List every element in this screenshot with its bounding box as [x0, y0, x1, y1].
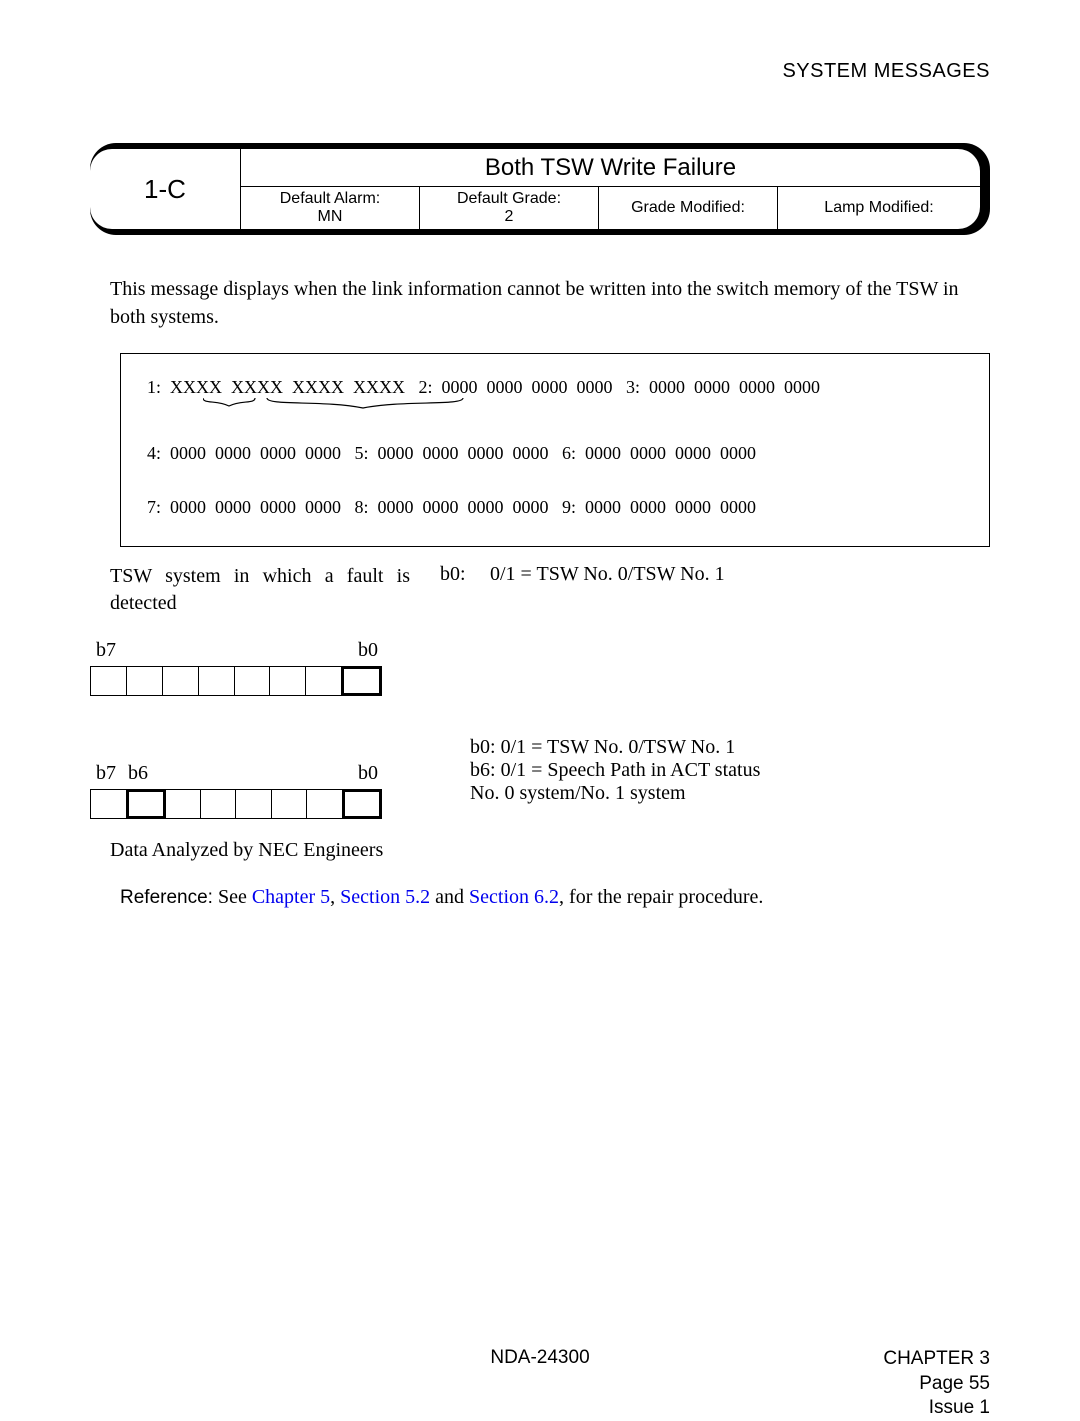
bitbox2-label-b7: b7 [90, 762, 116, 785]
dump-row-2: 4: 0000 0000 0000 0000 5: 0000 0000 0000… [147, 444, 969, 462]
section2-b6-value-line2: No. 0 system/No. 1 system [470, 782, 686, 804]
footer-doc-id: NDA-24300 [90, 1347, 990, 1369]
hex-dump-box: 1: XXXX XXXX XXXX XXXX 2: 0000 0000 0000… [120, 353, 990, 547]
meta-grade-modified: Grade Modified: [599, 187, 778, 229]
reference-line: Reference: See Chapter 5, Section 5.2 an… [90, 886, 990, 909]
reference-label: Reference: [120, 887, 213, 908]
footer-page: Page 55 [883, 1372, 990, 1397]
brace-annotations [203, 398, 969, 414]
footer-issue: Issue 1 [883, 1396, 990, 1421]
bitbox2-label-b6: b6 [116, 762, 148, 785]
bitbox2 [90, 789, 382, 819]
bitbox2-label-b0: b0 [358, 762, 382, 785]
bitbox1-label-b0: b0 [358, 639, 382, 662]
section2-b0-key: b0: [470, 736, 496, 758]
meta-default-alarm: Default Alarm: MN [241, 187, 420, 229]
section1-b0-key: b0: [440, 563, 490, 586]
header-system-messages: SYSTEM MESSAGES [90, 60, 990, 83]
section1-b0-value: 0/1 = TSW No. 0/TSW No. 1 [490, 563, 970, 586]
bitbox1-label-b7: b7 [90, 639, 116, 662]
section2-b6-key: b6: [470, 759, 496, 781]
message-title: Both TSW Write Failure [241, 149, 980, 187]
meta-lamp-modified: Lamp Modified: [778, 187, 980, 229]
message-code: 1-C [90, 149, 241, 229]
link-chapter-5[interactable]: Chapter 5 [252, 886, 330, 908]
dump-row-3: 7: 0000 0000 0000 0000 8: 0000 0000 0000… [147, 498, 969, 516]
link-section-6-2[interactable]: Section 6.2 [469, 886, 559, 908]
footer-chapter: CHAPTER 3 [883, 1347, 990, 1372]
meta-default-grade: Default Grade: 2 [420, 187, 599, 229]
message-description: This message displays when the link info… [90, 275, 990, 331]
section2-b6-value: 0/1 = Speech Path in ACT status [501, 759, 761, 781]
dump-row-1: 1: XXXX XXXX XXXX XXXX 2: 0000 0000 0000… [147, 378, 969, 396]
section2-b0-value: 0/1 = TSW No. 0/TSW No. 1 [501, 736, 736, 758]
analyzed-note: Data Analyzed by NEC Engineers [90, 839, 990, 862]
link-section-5-2[interactable]: Section 5.2 [340, 886, 430, 908]
message-title-block: 1-C Both TSW Write Failure Default Alarm… [90, 143, 990, 235]
section1-caption: TSW system in which a fault is detected [110, 563, 410, 617]
bitbox1 [90, 666, 382, 696]
